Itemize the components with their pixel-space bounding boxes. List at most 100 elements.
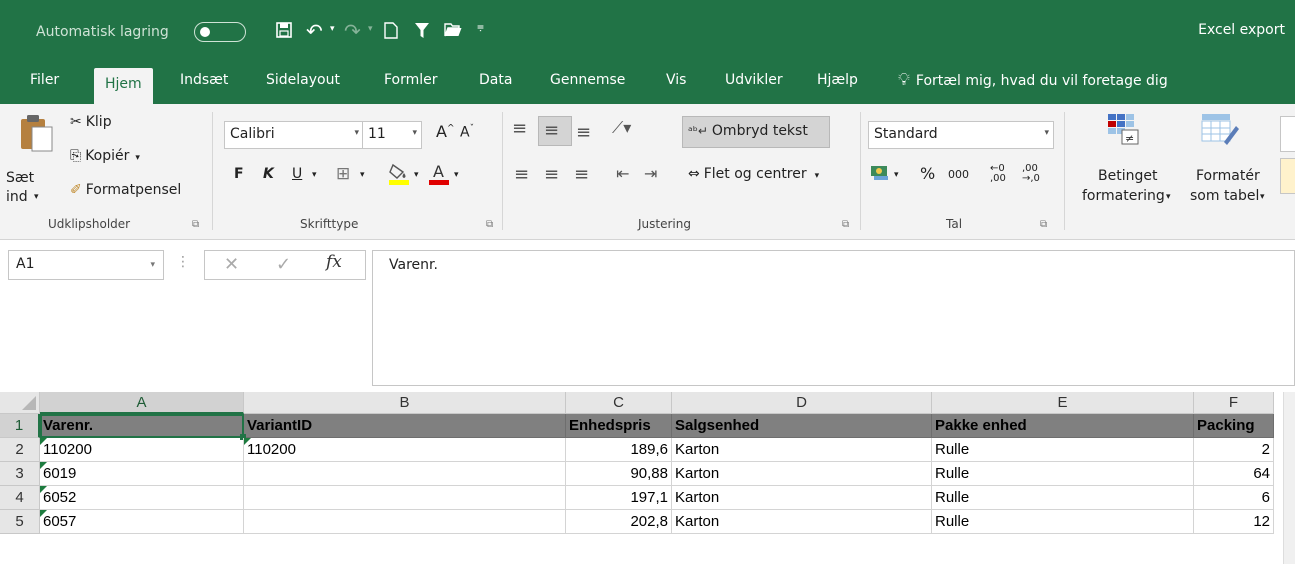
cell-f3[interactable]: 64 bbox=[1194, 462, 1274, 486]
tab-insert[interactable]: Indsæt bbox=[180, 72, 228, 88]
cell-e1[interactable]: Pakke enhed bbox=[932, 414, 1194, 438]
orientation-icon[interactable]: ⟋▾ bbox=[612, 118, 631, 138]
column-header-f[interactable]: F bbox=[1194, 392, 1274, 414]
cancel-icon[interactable]: ✕ bbox=[224, 254, 239, 275]
cell-b1[interactable]: VariantID bbox=[244, 414, 566, 438]
cell-f5[interactable]: 12 bbox=[1194, 510, 1274, 534]
fill-color-dropdown-icon[interactable]: ▾ bbox=[414, 170, 419, 180]
currency-dropdown-icon[interactable]: ▾ bbox=[894, 170, 899, 180]
cell-d2[interactable]: Karton bbox=[672, 438, 932, 462]
cell-f2[interactable]: 2 bbox=[1194, 438, 1274, 462]
filter-icon[interactable] bbox=[414, 22, 430, 44]
cell-d3[interactable]: Karton bbox=[672, 462, 932, 486]
copy-button[interactable]: ⎘ Kopiér ▾ bbox=[70, 148, 140, 164]
tab-help[interactable]: Hjælp bbox=[817, 72, 858, 88]
select-all-button[interactable] bbox=[0, 392, 40, 414]
open-folder-icon[interactable] bbox=[444, 22, 462, 42]
font-size-select[interactable]: 11 ▾ bbox=[362, 121, 422, 149]
undo-icon[interactable]: ↶ bbox=[306, 19, 323, 43]
wrap-text-button[interactable]: ᵃᵇ↵ Ombryd tekst bbox=[688, 123, 808, 139]
align-left-icon[interactable]: ≡ bbox=[514, 164, 529, 185]
name-box[interactable]: A1 ▾ bbox=[8, 250, 164, 280]
tab-home[interactable]: Hjem bbox=[94, 68, 153, 104]
customize-toolbar-icon[interactable]: ⩦ bbox=[477, 19, 484, 34]
insert-function-button[interactable]: fx bbox=[326, 252, 342, 272]
conditional-formatting-button[interactable]: ≠ Betinget formatering ▾ bbox=[1080, 110, 1190, 210]
formula-input[interactable]: Varenr. bbox=[372, 250, 1295, 386]
paste-button[interactable]: Sæt ind ▾ bbox=[6, 112, 62, 208]
cell-c5[interactable]: 202,8 bbox=[566, 510, 672, 534]
cell-e5[interactable]: Rulle bbox=[932, 510, 1194, 534]
row-header-1[interactable]: 1 bbox=[0, 414, 40, 438]
tab-developer[interactable]: Udvikler bbox=[725, 72, 783, 88]
underline-button[interactable]: U bbox=[292, 166, 302, 182]
new-document-icon[interactable] bbox=[384, 22, 398, 44]
cell-a1[interactable]: Varenr. bbox=[40, 414, 244, 438]
tab-review[interactable]: Gennemse bbox=[550, 72, 625, 88]
thousands-button[interactable]: 000 bbox=[948, 168, 969, 181]
cell-styles-preview[interactable] bbox=[1280, 116, 1295, 152]
borders-icon[interactable]: ⊞ bbox=[336, 164, 350, 184]
cell-b5[interactable] bbox=[244, 510, 566, 534]
tab-data[interactable]: Data bbox=[479, 72, 512, 88]
cell-e4[interactable]: Rulle bbox=[932, 486, 1194, 510]
increase-indent-icon[interactable]: ⇥ bbox=[644, 164, 657, 183]
align-right-icon[interactable]: ≡ bbox=[574, 164, 589, 185]
cell-a5[interactable]: 6057 bbox=[40, 510, 244, 534]
middle-align-icon[interactable]: ≡ bbox=[544, 120, 559, 141]
cell-f4[interactable]: 6 bbox=[1194, 486, 1274, 510]
cell-d1[interactable]: Salgsenhed bbox=[672, 414, 932, 438]
decrease-decimal-icon[interactable]: ,00 →,0 bbox=[1022, 164, 1040, 184]
cell-f1[interactable]: Packing bbox=[1194, 414, 1274, 438]
tab-formulas[interactable]: Formler bbox=[384, 72, 438, 88]
bold-button[interactable]: F bbox=[234, 166, 244, 182]
cell-d5[interactable]: Karton bbox=[672, 510, 932, 534]
tab-view[interactable]: Vis bbox=[666, 72, 686, 88]
cell-c2[interactable]: 189,6 bbox=[566, 438, 672, 462]
format-painter-button[interactable]: ✐ Formatpensel bbox=[70, 182, 181, 198]
row-header-3[interactable]: 3 bbox=[0, 462, 40, 486]
fill-color-icon[interactable] bbox=[388, 162, 410, 190]
column-header-d[interactable]: D bbox=[672, 392, 932, 414]
decrease-font-icon[interactable]: Aˇ bbox=[460, 124, 474, 141]
row-header-4[interactable]: 4 bbox=[0, 486, 40, 510]
cell-b2[interactable]: 110200 bbox=[244, 438, 566, 462]
undo-dropdown-icon[interactable]: ▾ bbox=[330, 24, 335, 34]
number-format-select[interactable]: Standard ▾ bbox=[868, 121, 1054, 149]
cell-b4[interactable] bbox=[244, 486, 566, 510]
align-center-icon[interactable]: ≡ bbox=[544, 164, 559, 185]
cell-c3[interactable]: 90,88 bbox=[566, 462, 672, 486]
tell-me-search[interactable]: 💡︎ Fortæl mig, hvad du vil foretage dig bbox=[898, 70, 1168, 90]
tab-file[interactable]: Filer bbox=[30, 72, 59, 88]
cell-d4[interactable]: Karton bbox=[672, 486, 932, 510]
clipboard-dialog-launcher-icon[interactable]: ⧉ bbox=[192, 219, 199, 230]
cell-a4[interactable]: 6052 bbox=[40, 486, 244, 510]
underline-dropdown-icon[interactable]: ▾ bbox=[312, 170, 317, 180]
italic-button[interactable]: K bbox=[263, 166, 274, 182]
row-header-2[interactable]: 2 bbox=[0, 438, 40, 462]
column-header-b[interactable]: B bbox=[244, 392, 566, 414]
font-dialog-launcher-icon[interactable]: ⧉ bbox=[486, 219, 493, 230]
font-name-select[interactable]: Calibri ▾ bbox=[224, 121, 364, 149]
format-as-table-button[interactable]: Formatér som tabel ▾ bbox=[1190, 110, 1276, 210]
borders-dropdown-icon[interactable]: ▾ bbox=[360, 170, 365, 180]
percent-button[interactable]: % bbox=[920, 164, 935, 183]
top-align-icon[interactable]: ≡ bbox=[512, 118, 527, 139]
resize-handle-icon[interactable]: ⋮ bbox=[176, 254, 190, 270]
cell-e2[interactable]: Rulle bbox=[932, 438, 1194, 462]
increase-font-icon[interactable]: A^ bbox=[436, 122, 455, 141]
cell-a2[interactable]: 110200 bbox=[40, 438, 244, 462]
cell-styles-preview-2[interactable] bbox=[1280, 158, 1295, 194]
row-header-5[interactable]: 5 bbox=[0, 510, 40, 534]
cell-a3[interactable]: 6019 bbox=[40, 462, 244, 486]
bottom-align-icon[interactable]: ≡ bbox=[576, 122, 591, 143]
vertical-scrollbar[interactable] bbox=[1283, 392, 1295, 564]
save-icon[interactable] bbox=[276, 22, 292, 43]
alignment-dialog-launcher-icon[interactable]: ⧉ bbox=[842, 219, 849, 230]
column-header-a[interactable]: A bbox=[40, 392, 244, 414]
cell-c4[interactable]: 197,1 bbox=[566, 486, 672, 510]
number-dialog-launcher-icon[interactable]: ⧉ bbox=[1040, 219, 1047, 230]
cell-e3[interactable]: Rulle bbox=[932, 462, 1194, 486]
column-header-e[interactable]: E bbox=[932, 392, 1194, 414]
cell-c1[interactable]: Enhedspris bbox=[566, 414, 672, 438]
